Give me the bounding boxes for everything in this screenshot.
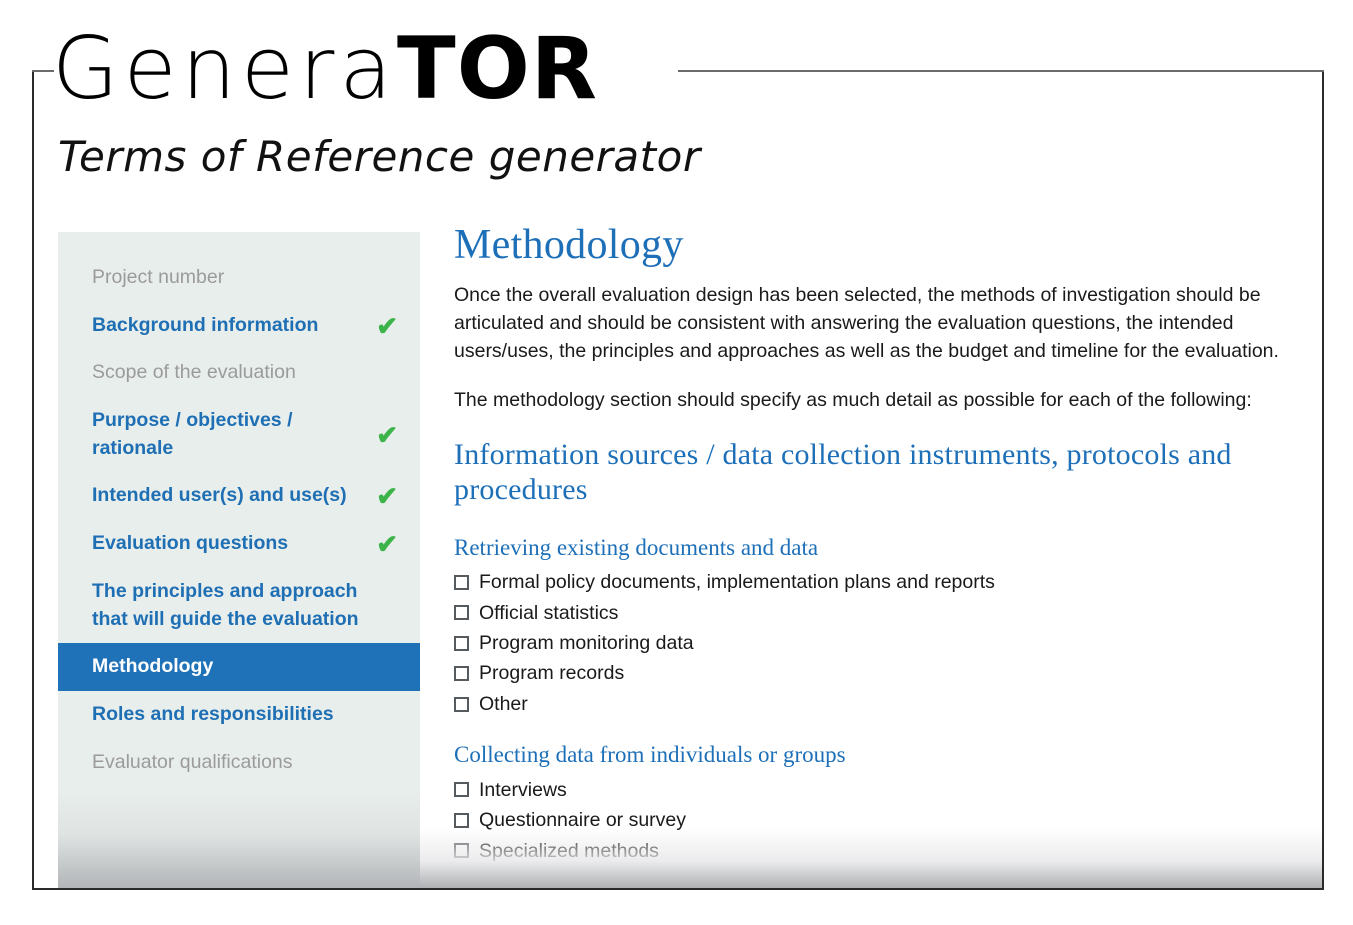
checkbox-row[interactable]: Official statistics	[454, 598, 1316, 628]
sidebar-item-label: Evaluation questions	[92, 532, 289, 555]
sidebar-item-methodology[interactable]: Methodology	[58, 643, 420, 691]
checkbox-row[interactable]: Formal policy documents, implementation …	[454, 567, 1316, 597]
sidebar-item-label: Purpose / objectives / rationale	[92, 409, 293, 459]
checkbox-row[interactable]: Specialized methods	[454, 836, 1316, 866]
checkbox-label: Formal policy documents, implementation …	[479, 571, 995, 594]
checkbox-group-title: Collecting data from individuals or grou…	[454, 742, 846, 768]
app-tagline: Terms of Reference generator	[58, 132, 701, 181]
checkbox-label: Program monitoring data	[479, 632, 694, 655]
sidebar-item-label: Evaluator qualifications	[92, 750, 293, 773]
sidebar-item-label: Intended user(s) and use(s)	[92, 484, 347, 507]
checkbox-icon[interactable]	[454, 635, 469, 651]
sidebar-item-evaluation-questions[interactable]: Evaluation questions ✔	[58, 520, 420, 568]
sidebar-item-intended-user-s-and-use-s[interactable]: Intended user(s) and use(s) ✔	[58, 472, 420, 520]
checkbox-row[interactable]: Program monitoring data	[454, 628, 1316, 658]
checkbox-icon[interactable]	[454, 843, 469, 859]
page-title: Methodology	[454, 222, 684, 268]
checkbox-groups: Retrieving existing documents and data Fo…	[454, 534, 1316, 866]
checkbox-label: Program records	[479, 662, 625, 685]
checkmark-icon: ✔	[376, 310, 398, 341]
checkbox-label: Other	[479, 692, 528, 715]
frame-bottom-border	[32, 888, 1324, 890]
sidebar-item-label: Project number	[92, 266, 225, 288]
checkbox-row[interactable]: Other	[454, 689, 1316, 719]
checkmark-icon: ✔	[376, 419, 398, 450]
checkbox-group-title: Retrieving existing documents and data	[454, 534, 819, 560]
main-panel: Project number Background information ✔ Sco…	[34, 200, 1322, 888]
sidebar-item-evaluator-qualifications: Evaluator qualifications	[58, 739, 420, 787]
checkbox-label: Questionnaire or survey	[479, 809, 687, 832]
sidebar-item-background-information[interactable]: Background information ✔	[58, 302, 420, 350]
checkbox-label: Interviews	[479, 778, 567, 801]
lead-paragraph: The methodology section should specify a…	[454, 389, 1252, 412]
logo-light-part: Genera	[52, 19, 398, 119]
sidebar-item-roles-and-responsibilities[interactable]: Roles and responsibilities	[58, 691, 420, 739]
app-logo: GeneraTOR	[52, 8, 598, 128]
logo-bold-part: TOR	[397, 19, 599, 119]
checkbox-icon[interactable]	[454, 605, 469, 621]
checkbox-group: Retrieving existing documents and data Fo…	[454, 534, 1316, 719]
intro-paragraph: Once the overall evaluation design has b…	[454, 284, 1279, 362]
checkbox-group: Collecting data from individuals or grou…	[454, 741, 1316, 866]
app-root: GeneraTOR Terms of Reference generator P…	[0, 0, 1353, 925]
section-title: Information sources / data collection in…	[454, 437, 1232, 507]
frame-top-right-rule	[678, 70, 1324, 72]
sidebar-item-purpose-objectives-rationale[interactable]: Purpose / objectives / rationale ✔	[58, 397, 420, 472]
checkbox-icon[interactable]	[454, 696, 469, 712]
checkbox-row[interactable]: Program records	[454, 658, 1316, 688]
checkbox-icon[interactable]	[454, 666, 469, 682]
sidebar-item-label: Methodology	[92, 655, 214, 678]
sidebar-item-label: Background information	[92, 313, 319, 336]
checkbox-icon[interactable]	[454, 812, 469, 828]
sidebar-item-label: Scope of the evaluation	[92, 361, 296, 384]
frame-top-left-stub	[32, 70, 54, 72]
sidebar-item-label: The principles and approach that will gu…	[92, 579, 359, 630]
checkbox-row[interactable]: Questionnaire or survey	[454, 805, 1316, 835]
sidebar-item-the-principles-and-approach-that-will-guide-the-evaluation[interactable]: The principles and approach that will gu…	[58, 568, 420, 643]
sidebar-item-scope-of-the-evaluation: Scope of the evaluation	[58, 349, 420, 397]
sidebar-item-list: Project number Background information ✔ Sco…	[58, 232, 420, 786]
checkmark-icon: ✔	[376, 528, 398, 559]
content-area: Methodology Once the overall evaluation …	[454, 222, 1316, 888]
checkbox-label: Official statistics	[479, 601, 619, 624]
sidebar-item-project-number: Project number	[58, 254, 420, 302]
checkbox-row[interactable]: Interviews	[454, 775, 1316, 805]
checkbox-label: Specialized methods	[479, 839, 659, 862]
sidebar-item-label: Roles and responsibilities	[92, 702, 334, 725]
checkbox-icon[interactable]	[454, 782, 469, 798]
sidebar-nav: Project number Background information ✔ Sco…	[58, 232, 420, 888]
checkmark-icon: ✔	[376, 481, 398, 512]
frame-right-border	[1322, 70, 1324, 890]
checkbox-icon[interactable]	[454, 575, 469, 590]
